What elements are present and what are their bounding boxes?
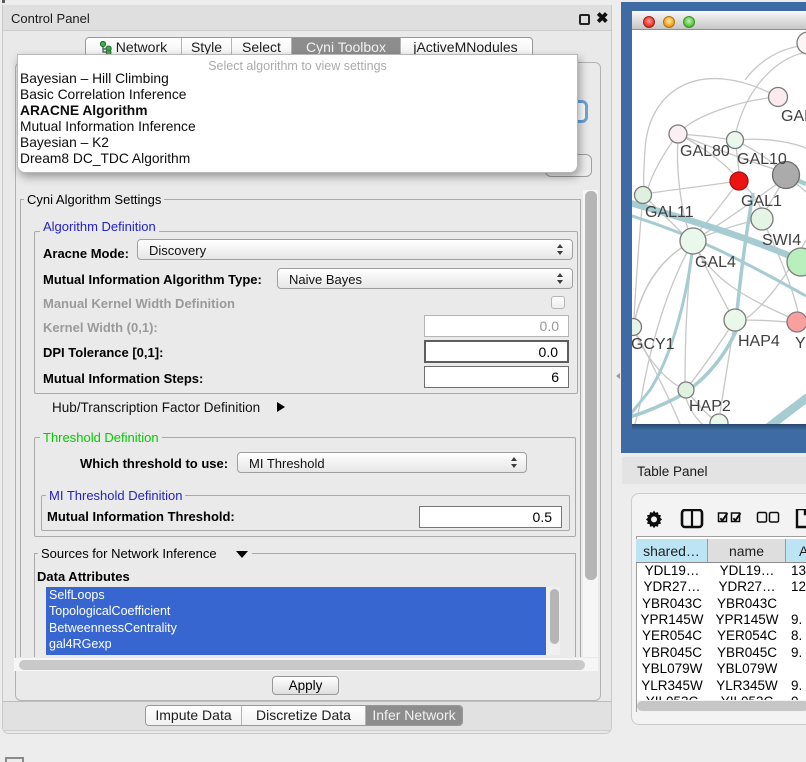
svg-text:HAP2: HAP2: [689, 398, 731, 415]
svg-text:GCY1: GCY1: [632, 336, 675, 353]
svg-text:SWI4: SWI4: [762, 232, 801, 249]
svg-text:GAL80: GAL80: [680, 143, 730, 160]
svg-text:HAP4: HAP4: [738, 333, 780, 350]
svg-text:Y: Y: [795, 335, 806, 352]
svg-text:GAL: GAL: [781, 108, 806, 125]
svg-text:GAL10: GAL10: [737, 151, 787, 168]
svg-text:GAL1: GAL1: [741, 193, 782, 210]
svg-text:GAL11: GAL11: [645, 204, 694, 221]
svg-text:GAL4: GAL4: [695, 254, 736, 271]
